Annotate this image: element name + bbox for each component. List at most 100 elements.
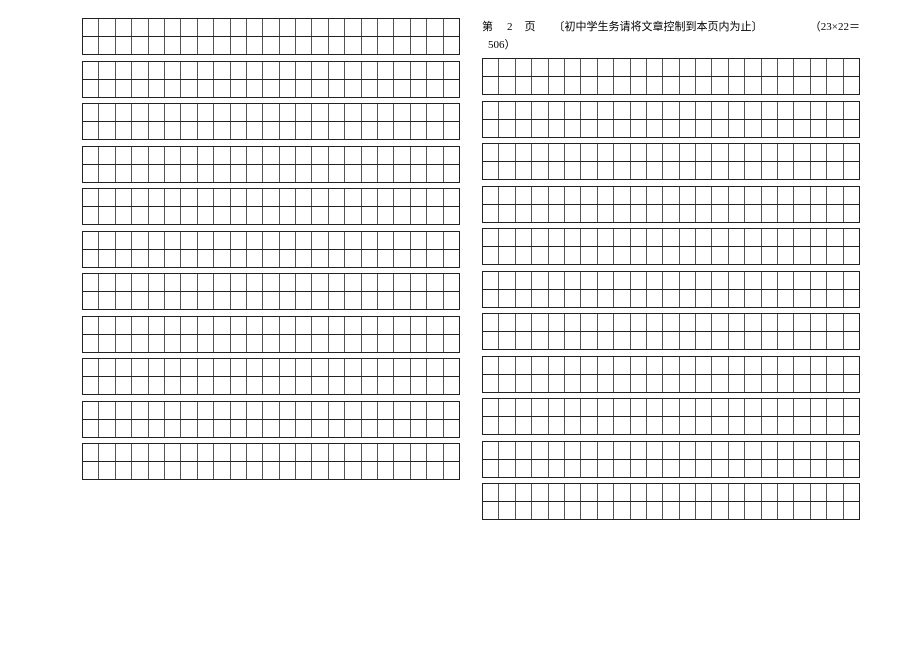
grid-cell (214, 420, 230, 437)
grid-cell (99, 377, 115, 394)
grid-cell (411, 292, 427, 309)
grid-cell (149, 444, 165, 461)
grid-cell (99, 317, 115, 334)
grid-cell (362, 122, 378, 139)
grid-cell (631, 332, 647, 349)
grid-cell (394, 122, 410, 139)
grid-cell (263, 165, 279, 182)
grid-cell (231, 62, 247, 79)
grid-row-group (482, 356, 860, 393)
grid-row (82, 103, 460, 121)
grid-cell (549, 332, 565, 349)
grid-cell (345, 402, 361, 419)
grid-cell (549, 357, 565, 374)
grid-cell (394, 462, 410, 479)
grid-cell (394, 165, 410, 182)
grid-cell (83, 232, 99, 249)
grid-cell (811, 229, 827, 246)
grid-cell (614, 460, 630, 477)
grid-cell (696, 442, 712, 459)
grid-cell (696, 272, 712, 289)
grid-cell (680, 442, 696, 459)
grid-cell (712, 144, 728, 161)
grid-cell (762, 59, 778, 76)
grid-cell (549, 187, 565, 204)
grid-cell (778, 357, 794, 374)
right-column: 第 2 页 〔初中学生务请将文章控制到本页内为止〕 （23×22＝ 506） (482, 18, 860, 526)
grid-cell (712, 417, 728, 434)
grid-cell (762, 272, 778, 289)
grid-row-group (82, 61, 460, 98)
grid-cell (345, 359, 361, 376)
grid-cell (444, 104, 459, 121)
grid-cell (427, 462, 443, 479)
grid-cell (181, 250, 197, 267)
grid-cell (296, 444, 312, 461)
grid-cell (149, 189, 165, 206)
grid-cell (549, 229, 565, 246)
grid-cell (598, 272, 614, 289)
grid-cell (312, 274, 328, 291)
grid-cell (394, 207, 410, 224)
grid-cell (99, 250, 115, 267)
grid-cell (312, 165, 328, 182)
grid-cell (794, 272, 810, 289)
grid-cell (362, 359, 378, 376)
grid-cell (394, 19, 410, 36)
grid-cell (411, 189, 427, 206)
grid-cell (663, 460, 679, 477)
grid-cell (631, 357, 647, 374)
grid-cell (680, 417, 696, 434)
grid-cell (762, 120, 778, 137)
grid-cell (745, 144, 761, 161)
grid-cell (296, 377, 312, 394)
grid-cell (598, 290, 614, 307)
grid-cell (631, 229, 647, 246)
grid-cell (99, 19, 115, 36)
grid-cell (762, 375, 778, 392)
grid-cell (581, 314, 597, 331)
grid-cell (362, 292, 378, 309)
grid-cell (565, 120, 581, 137)
grid-cell (499, 144, 515, 161)
grid-row-group (82, 443, 460, 480)
grid-row (482, 271, 860, 289)
grid-cell (762, 417, 778, 434)
grid-cell (296, 104, 312, 121)
grid-cell (280, 444, 296, 461)
grid-cell (549, 314, 565, 331)
grid-cell (444, 420, 459, 437)
grid-cell (427, 37, 443, 54)
grid-cell (116, 62, 132, 79)
grid-row-group (82, 273, 460, 310)
grid-cell (181, 462, 197, 479)
grid-row (482, 483, 860, 501)
grid-cell (680, 314, 696, 331)
grid-cell (712, 120, 728, 137)
grid-cell (99, 274, 115, 291)
grid-cell (712, 187, 728, 204)
grid-cell (778, 102, 794, 119)
grid-cell (729, 332, 745, 349)
grid-cell (712, 375, 728, 392)
grid-cell (663, 502, 679, 519)
grid-cell (99, 62, 115, 79)
grid-cell (778, 375, 794, 392)
grid-cell (827, 77, 843, 94)
grid-cell (427, 147, 443, 164)
grid-cell (132, 104, 148, 121)
grid-cell (427, 335, 443, 352)
grid-cell (631, 59, 647, 76)
grid-cell (132, 80, 148, 97)
grid-cell (778, 247, 794, 264)
grid-cell (598, 399, 614, 416)
grid-cell (549, 484, 565, 501)
grid-cell (516, 290, 532, 307)
grid-cell (116, 444, 132, 461)
grid-cell (811, 144, 827, 161)
grid-cell (411, 19, 427, 36)
grid-cell (362, 147, 378, 164)
grid-cell (827, 272, 843, 289)
grid-row-group (482, 186, 860, 223)
grid-cell (312, 104, 328, 121)
